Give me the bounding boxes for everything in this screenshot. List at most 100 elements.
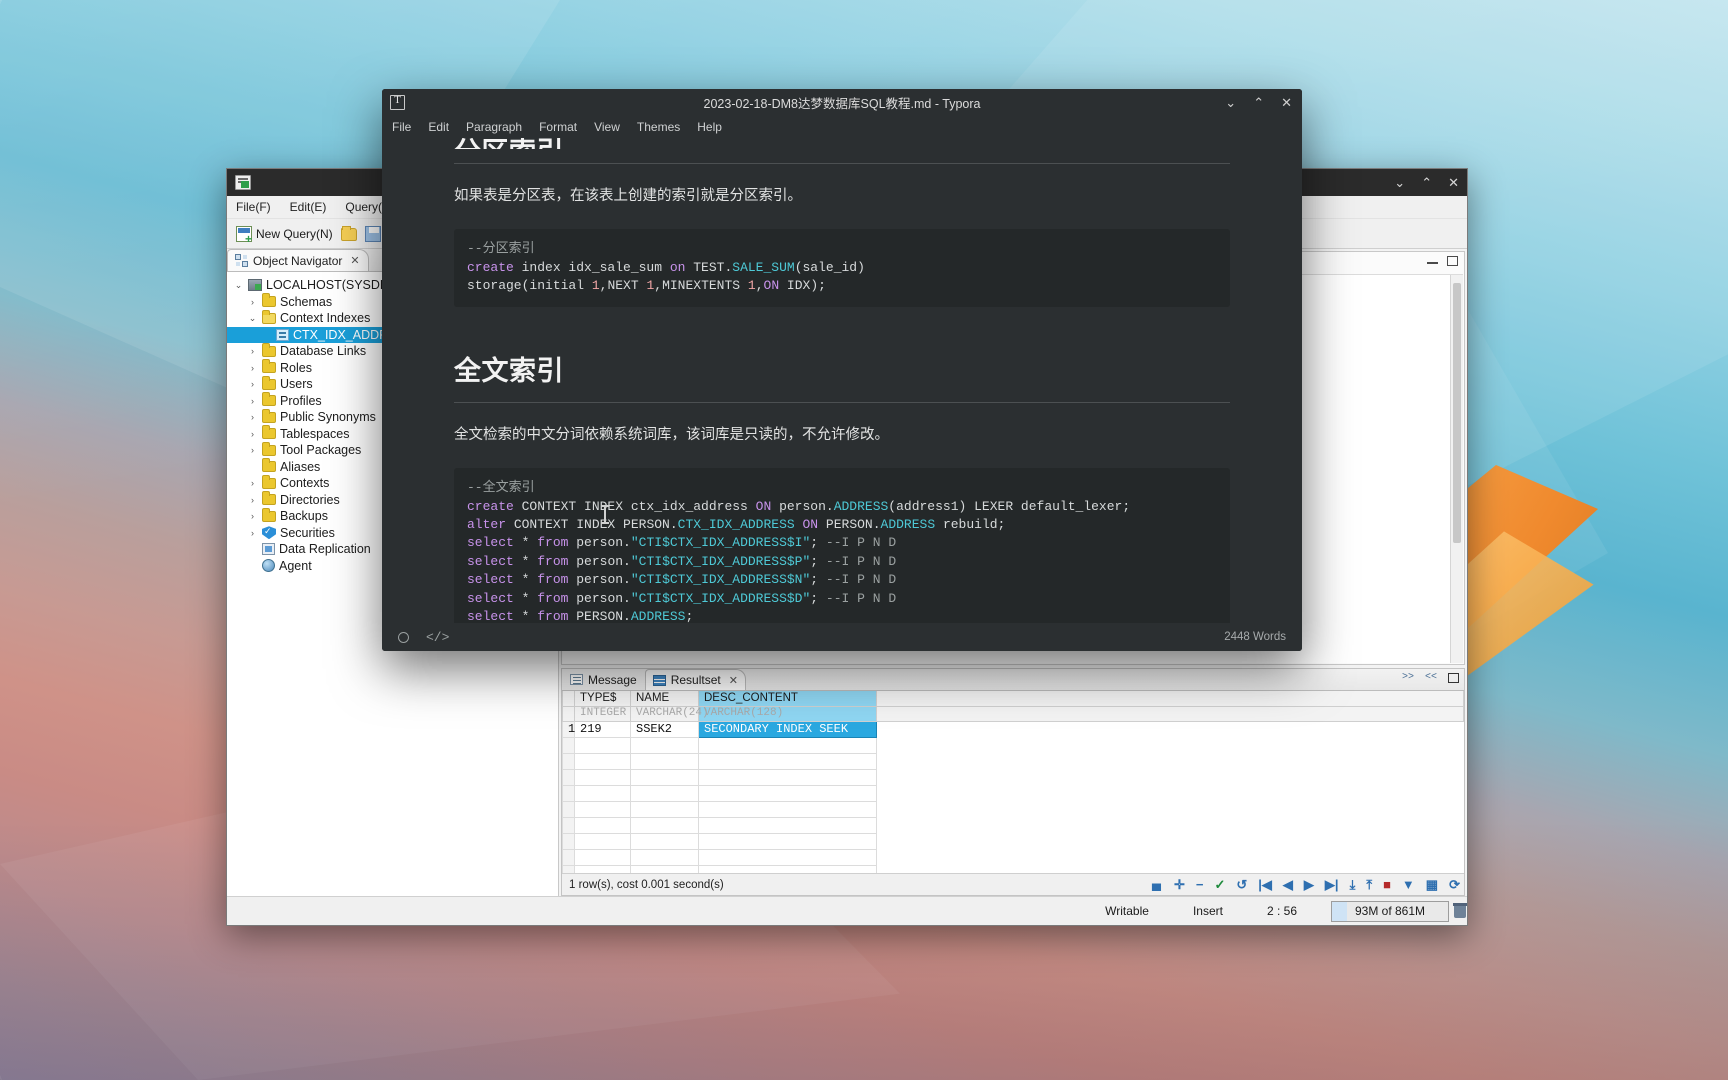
table-row-empty[interactable] [562,784,1464,802]
first-record-icon[interactable]: |◀ [1258,878,1272,891]
focus-mode-icon[interactable] [398,631,409,643]
memory-indicator[interactable]: 93M of 861M [1331,900,1449,922]
code-block-partition-index[interactable]: --分区索引 create index idx_sale_sum on TEST.… [454,229,1230,307]
table-cell-empty[interactable] [562,752,575,770]
table-cell-empty[interactable] [562,800,575,818]
source-code-icon[interactable]: </> [426,630,449,645]
table-cell-empty[interactable] [698,752,877,770]
table-cell-empty[interactable] [574,784,631,802]
table-cell-empty[interactable] [574,768,631,786]
table-row-empty[interactable] [562,752,1464,770]
table-cell-empty[interactable] [698,832,877,850]
table-cell-empty[interactable] [698,784,877,802]
table-cell-empty[interactable] [574,800,631,818]
trash-icon[interactable] [1453,903,1467,919]
table-row[interactable]: 1 219 SSEK2 SECONDARY INDEX SEEK [562,720,1464,738]
last-record-icon[interactable]: ▶| [1325,878,1339,891]
table-cell-empty[interactable] [630,832,699,850]
tab-message[interactable]: Message [562,669,645,690]
new-query-button[interactable]: New Query(N) [236,225,333,245]
menu-help[interactable]: Help [697,120,722,134]
typora-titlebar[interactable]: 2023-02-18-DM8达梦数据库SQL教程.md - Typora ⌄ ⌃… [382,89,1302,116]
next-record-icon[interactable]: ▶ [1304,878,1314,891]
minimize-icon[interactable]: ⌄ [1225,95,1236,111]
menu-edit[interactable]: Edit(E) [290,200,327,214]
expand-arrow-icon[interactable]: › [247,495,258,505]
resultset-action-icons[interactable]: ✛ − ✓ ↺ |◀ ◀ ▶ ▶| ⤓ ⤒ ■ ▼ ▦ ⟳ [1150,878,1460,891]
commit-icon[interactable]: ✓ [1214,878,1225,891]
maximize-icon[interactable]: ⌃ [1253,95,1264,111]
table-cell[interactable]: SECONDARY INDEX SEEK [698,720,877,738]
typora-status-left[interactable]: </> [398,630,449,645]
table-cell-empty[interactable] [698,768,877,786]
menu-themes[interactable]: Themes [637,120,680,134]
column-header[interactable]: TYPE$ [574,691,631,707]
refresh-icon[interactable]: ⟳ [1449,878,1460,891]
table-cell-empty[interactable] [574,816,631,834]
table-cell[interactable]: 219 [574,720,631,738]
table-cell-empty[interactable] [574,864,631,873]
typora-window-controls[interactable]: ⌄ ⌃ ✕ [1225,95,1292,111]
table-cell-empty[interactable] [630,800,699,818]
resultset-pane[interactable]: Message Resultset ✕ >> << TYPE$ NAME DESC_… [561,668,1465,896]
minimize-icon[interactable]: ⌄ [1394,176,1405,189]
expand-arrow-icon[interactable]: › [247,429,258,439]
tab-object-navigator[interactable]: Object Navigator ✕ [227,249,369,271]
table-cell-empty[interactable] [698,800,877,818]
table-cell-empty[interactable] [630,848,699,866]
table-row-empty[interactable] [562,832,1464,850]
add-row-icon[interactable]: ✛ [1174,878,1185,891]
expand-arrow-icon[interactable]: › [247,445,258,455]
menu-format[interactable]: Format [539,120,577,134]
minimize-icon[interactable] [1427,262,1438,264]
table-cell-empty[interactable] [698,816,877,834]
maximize-icon[interactable] [1447,256,1458,266]
table-cell-empty[interactable] [562,864,575,873]
column-header[interactable]: DESC_CONTENT [698,691,877,707]
export-icon[interactable]: ⤓ [1350,878,1356,891]
table-cell-empty[interactable] [630,816,699,834]
expand-arrow-icon[interactable]: › [247,346,258,356]
table-cell-empty[interactable] [698,864,877,873]
save-icon[interactable] [364,225,381,242]
expand-arrow-icon[interactable]: › [247,478,258,488]
table-cell-empty[interactable] [574,752,631,770]
table-cell-empty[interactable] [562,832,575,850]
grid-view-icon[interactable]: ▦ [1426,878,1438,891]
tab-resultset[interactable]: Resultset ✕ [644,669,746,690]
resultset-tabrow[interactable]: Message Resultset ✕ >> << [562,669,1464,691]
table-cell[interactable]: SSEK2 [630,720,699,738]
resultset-grid[interactable]: TYPE$ NAME DESC_CONTENT INTEGER VARCHAR(24) V… [562,691,1464,873]
import-icon[interactable]: ⤒ [1366,878,1372,891]
close-icon[interactable]: ✕ [729,674,738,687]
expand-arrow-icon[interactable]: ⌄ [233,280,244,291]
code-block-fulltext-index[interactable]: --全文索引 create CONTEXT INDEX ctx_idx_addre… [454,468,1230,623]
typora-menubar[interactable]: File Edit Paragraph Format View Themes H… [382,116,1302,138]
table-row-empty[interactable] [562,768,1464,786]
delete-row-icon[interactable]: − [1196,878,1204,891]
stop-icon[interactable]: ■ [1383,878,1391,891]
next-icon[interactable]: << [1425,672,1437,683]
rollback-icon[interactable]: ↺ [1236,878,1247,891]
menu-view[interactable]: View [594,120,620,134]
maximize-icon[interactable] [1448,672,1459,683]
resultset-panel-tools[interactable]: >> << [1402,672,1459,683]
resultset-table[interactable]: TYPE$ NAME DESC_CONTENT INTEGER VARCHAR(24) V… [562,691,1464,873]
expand-arrow-icon[interactable]: ⌄ [247,313,258,324]
table-cell-empty[interactable] [698,848,877,866]
editor-vertical-scrollbar[interactable] [1450,275,1463,663]
expand-arrow-icon[interactable]: › [247,412,258,422]
table-cell-empty[interactable] [630,736,699,754]
open-folder-icon[interactable] [340,226,357,241]
table-row-empty[interactable] [562,800,1464,818]
prev-icon[interactable]: >> [1402,672,1414,683]
expand-arrow-icon[interactable]: › [247,396,258,406]
expand-arrow-icon[interactable]: › [247,511,258,521]
table-cell-empty[interactable] [630,768,699,786]
close-icon[interactable]: ✕ [350,254,359,267]
table-cell-empty[interactable] [562,784,575,802]
expand-arrow-icon[interactable]: › [247,379,258,389]
typora-window[interactable]: 2023-02-18-DM8达梦数据库SQL教程.md - Typora ⌄ ⌃… [382,89,1302,651]
lock-icon[interactable] [1151,883,1162,891]
table-row-empty[interactable] [562,816,1464,834]
